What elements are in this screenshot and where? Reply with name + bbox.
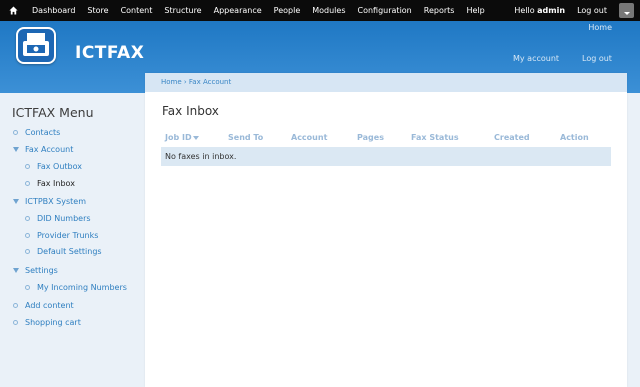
bullet-icon: [25, 164, 30, 169]
page-title: Fax Inbox: [162, 104, 219, 118]
column-header-pages[interactable]: Pages: [353, 128, 407, 147]
bullet-icon: [13, 130, 18, 135]
sidebar-item-label: DID Numbers: [37, 214, 91, 223]
fax-inbox-table: Job ID Send To Account Pages Fax Status …: [161, 128, 611, 166]
sidebar-item-label: Provider Trunks: [37, 231, 99, 240]
sidebar-item-ictpbx-system[interactable]: ICTPBX System: [13, 197, 86, 206]
main-content: Home › Fax Account Fax Inbox Job ID Send…: [145, 73, 627, 387]
sidebar-item-label: ICTPBX System: [25, 197, 86, 206]
sidebar-item-label: Fax Account: [25, 145, 74, 154]
sidebar-item-label: Add content: [25, 301, 74, 310]
column-header-account[interactable]: Account: [287, 128, 353, 147]
menu-modules[interactable]: Modules: [306, 0, 351, 21]
sidebar-item-label: Contacts: [25, 128, 61, 137]
menu-people[interactable]: People: [268, 0, 307, 21]
site-name[interactable]: ICTFAX: [75, 43, 144, 63]
table-header-row: Job ID Send To Account Pages Fax Status …: [161, 128, 611, 147]
nav-my-account-link[interactable]: My account: [513, 54, 559, 63]
sidebar-item-fax-account[interactable]: Fax Account: [13, 145, 73, 154]
column-header-label: Job ID: [165, 133, 192, 142]
bullet-icon: [13, 303, 18, 308]
column-header-send-to[interactable]: Send To: [224, 128, 287, 147]
nav-logout-link[interactable]: Log out: [582, 54, 612, 63]
sidebar-item-contacts[interactable]: Contacts: [13, 128, 60, 137]
sidebar-item-fax-inbox[interactable]: Fax Inbox: [25, 179, 75, 188]
bullet-icon: [25, 233, 30, 238]
expanded-arrow-icon: [13, 147, 19, 152]
expanded-arrow-icon: [13, 199, 19, 204]
admin-toolbar: Dashboard Store Content Structure Appear…: [0, 0, 640, 21]
breadcrumb[interactable]: Home › Fax Account: [145, 73, 627, 92]
sidebar-item-provider-trunks[interactable]: Provider Trunks: [25, 231, 98, 240]
hello-prefix: Hello: [514, 6, 538, 15]
menu-configuration[interactable]: Configuration: [352, 0, 418, 21]
admin-menu: Dashboard Store Content Structure Appear…: [26, 0, 491, 21]
menu-appearance[interactable]: Appearance: [208, 0, 268, 21]
sidebar: ICTFAX Menu Contacts Fax Account Fax Out…: [0, 93, 145, 387]
column-header-job-id[interactable]: Job ID: [161, 128, 224, 147]
table-row: No faxes in inbox.: [161, 147, 611, 166]
expanded-arrow-icon: [13, 268, 19, 273]
sidebar-item-did-numbers[interactable]: DID Numbers: [25, 214, 91, 223]
menu-content[interactable]: Content: [115, 0, 159, 21]
sort-desc-icon: [192, 135, 199, 140]
sidebar-title: ICTFAX Menu: [12, 105, 94, 120]
nav-home-link[interactable]: Home: [588, 23, 612, 32]
sidebar-item-my-incoming-numbers[interactable]: My Incoming Numbers: [25, 283, 127, 292]
sidebar-item-shopping-cart[interactable]: Shopping cart: [13, 318, 81, 327]
sidebar-item-label: Shopping cart: [25, 318, 81, 327]
bullet-icon: [25, 181, 30, 186]
sidebar-item-label: Fax Outbox: [37, 162, 83, 171]
bullet-icon: [25, 249, 30, 254]
sidebar-item-fax-outbox[interactable]: Fax Outbox: [25, 162, 82, 171]
menu-dashboard[interactable]: Dashboard: [26, 0, 81, 21]
menu-store[interactable]: Store: [81, 0, 114, 21]
home-icon[interactable]: [0, 0, 26, 21]
hello-user: Hello admin: [508, 6, 571, 15]
sidebar-item-label: My Incoming Numbers: [37, 283, 127, 292]
fax-logo-icon[interactable]: [16, 27, 56, 64]
sidebar-item-label: Fax Inbox: [37, 179, 75, 188]
menu-structure[interactable]: Structure: [158, 0, 207, 21]
empty-message: No faxes in inbox.: [161, 147, 611, 166]
menu-reports[interactable]: Reports: [418, 0, 461, 21]
column-header-fax-status[interactable]: Fax Status: [407, 128, 490, 147]
sidebar-item-default-settings[interactable]: Default Settings: [25, 247, 102, 256]
menu-help[interactable]: Help: [460, 0, 490, 21]
column-header-created[interactable]: Created: [490, 128, 556, 147]
username-link[interactable]: admin: [537, 6, 565, 15]
bullet-icon: [13, 320, 18, 325]
column-header-action: Action: [560, 133, 589, 142]
toolbar-logout-link[interactable]: Log out: [571, 6, 613, 15]
sidebar-item-add-content[interactable]: Add content: [13, 301, 74, 310]
sidebar-item-label: Settings: [25, 266, 58, 275]
sidebar-item-label: Default Settings: [37, 247, 102, 256]
bullet-icon: [25, 285, 30, 290]
sidebar-item-settings[interactable]: Settings: [13, 266, 58, 275]
bullet-icon: [25, 216, 30, 221]
toolbar-toggle-icon[interactable]: [619, 3, 634, 18]
